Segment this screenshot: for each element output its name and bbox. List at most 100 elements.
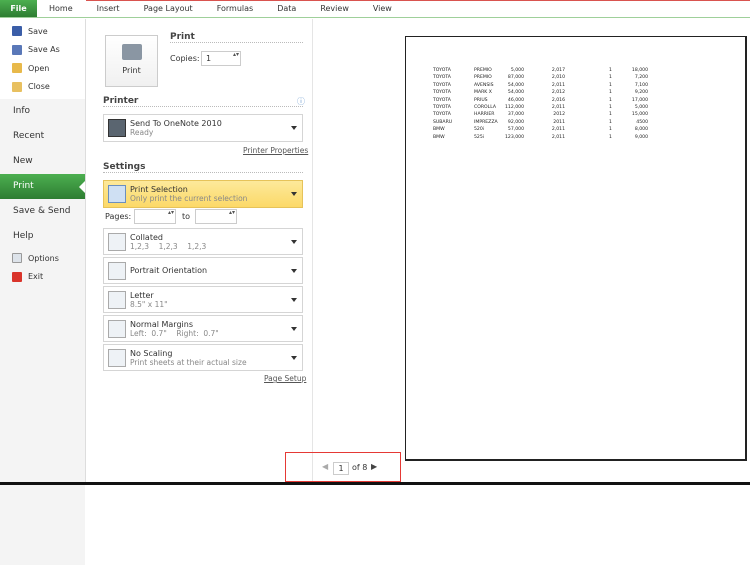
print-what-dropdown[interactable]: Print Selection Only print the current se…	[103, 180, 303, 208]
preview-cell: 18,000	[631, 68, 648, 73]
nav-close[interactable]: Close	[0, 78, 85, 97]
preview-cell: 5,000	[634, 105, 648, 110]
save-as-icon	[12, 44, 22, 55]
preview-cell: TOYOTA	[433, 97, 451, 103]
tab-page-layout[interactable]: Page Layout	[132, 0, 205, 17]
scaling-dropdown[interactable]: No Scaling Print sheets at their actual s…	[103, 344, 303, 371]
preview-cell: 2,012	[551, 90, 565, 96]
copies-input[interactable]: 1	[201, 51, 241, 66]
copies-label: Copies:	[170, 54, 200, 63]
nav-save-send[interactable]: Save & Send	[0, 199, 85, 224]
printer-dropdown[interactable]: Send To OneNote 2010 Ready	[103, 114, 303, 142]
nav-help[interactable]: Help	[0, 224, 85, 249]
preview-cell: 54,000	[507, 82, 524, 88]
chevron-down-icon	[291, 268, 297, 276]
preview-row: TOYOTA PREMIO 5,000 2,017 1 18,000	[406, 68, 745, 75]
nav-recent[interactable]: Recent	[0, 124, 85, 149]
preview-cell: 2011	[553, 119, 565, 125]
printer-heading: Printer	[103, 96, 303, 107]
preview-cell: 4500	[636, 119, 648, 125]
pages-to-input[interactable]	[195, 209, 237, 224]
print-selection-title: Print Selection	[130, 185, 188, 194]
preview-cell: 2,010	[551, 75, 565, 81]
nav-print[interactable]: Print	[0, 174, 85, 199]
tab-insert[interactable]: Insert	[85, 0, 132, 17]
tab-view[interactable]: View	[361, 0, 404, 17]
preview-cell: 520i	[474, 127, 485, 133]
tab-file[interactable]: File	[0, 0, 37, 17]
chevron-down-icon	[291, 239, 297, 247]
printer-status: Ready	[130, 128, 154, 137]
next-page-icon[interactable]: ▶	[371, 462, 377, 471]
preview-row: TOYOTA MARK X 54,000 2,012 1 9,200	[406, 90, 745, 97]
orientation-dropdown[interactable]: Portrait Orientation	[103, 257, 303, 284]
print-heading: Print	[170, 32, 303, 43]
tab-formulas[interactable]: Formulas	[205, 0, 266, 17]
page-count: of 8	[352, 463, 368, 472]
preview-cell: 87,000	[507, 75, 524, 81]
preview-page: TOYOTA PREMIO 5,000 2,017 1 18,000 TOYOTA PREMI…	[405, 36, 747, 461]
preview-row: SUBARU IMPREZZA 92,000 2011 1 4500	[406, 120, 745, 127]
preview-cell: 57,000	[507, 127, 524, 133]
nav-new[interactable]: New	[0, 149, 85, 174]
paper-sub: 8.5" x 11"	[130, 299, 168, 309]
preview-cell: 7,100	[634, 82, 648, 88]
collated-title: Collated	[130, 232, 163, 242]
preview-cell: IMPREZZA	[474, 119, 498, 125]
margins-dropdown[interactable]: Normal Margins Left: 0.7" Right: 0.7"	[103, 315, 303, 342]
preview-cell: TOYOTA	[433, 90, 451, 96]
printer-properties-link[interactable]: Printer Properties	[243, 146, 308, 155]
preview-cell: 2,011	[551, 82, 565, 88]
preview-cell: HARRIER	[474, 112, 495, 118]
print-settings-panel: Print Print Copies: 1 Printer ⓘ Send To …	[87, 19, 313, 485]
print-selection-sub: Only print the current selection	[130, 194, 248, 203]
page-setup-link[interactable]: Page Setup	[264, 374, 306, 383]
preview-cell: 15,000	[631, 112, 648, 118]
nav-info[interactable]: Info	[0, 99, 85, 124]
chevron-down-icon	[291, 297, 297, 305]
collation-dropdown[interactable]: Collated 1,2,3 1,2,3 1,2,3	[103, 228, 303, 255]
preview-cell: 2012	[553, 112, 565, 118]
nav-save-label: Save	[28, 26, 48, 36]
nav-exit-label: Exit	[28, 272, 44, 282]
preview-cell: AVENSIS	[474, 82, 494, 88]
preview-cell: 92,000	[507, 119, 524, 125]
backstage-nav: Save Save As Open Close Info Recent New …	[0, 19, 86, 565]
margins-title: Normal Margins	[130, 319, 193, 329]
paper-icon	[108, 290, 126, 309]
nav-options[interactable]: Options	[0, 249, 85, 268]
preview-cell: 2,016	[551, 97, 565, 103]
selection-grid-icon	[108, 185, 126, 203]
nav-save[interactable]: Save	[0, 22, 85, 41]
close-folder-icon	[12, 81, 22, 92]
preview-cell: PRIUS	[474, 97, 488, 103]
tab-review[interactable]: Review	[308, 0, 361, 17]
print-button-label: Print	[122, 66, 141, 75]
preview-cell: 54,000	[507, 90, 524, 96]
previous-page-icon[interactable]: ◀	[322, 462, 328, 471]
current-page-input[interactable]: 1	[333, 462, 349, 475]
scaling-sub: Print sheets at their actual size	[130, 357, 247, 367]
preview-cell: 2,011	[551, 134, 565, 140]
paper-size-dropdown[interactable]: Letter 8.5" x 11"	[103, 286, 303, 313]
preview-cell: TOYOTA	[433, 82, 451, 88]
preview-cell: 1	[609, 112, 612, 118]
scaling-icon	[108, 348, 126, 367]
preview-cell: 2,017	[551, 68, 565, 73]
tab-home[interactable]: Home	[37, 0, 85, 17]
preview-cell: SUBARU	[433, 119, 453, 125]
info-icon[interactable]: ⓘ	[297, 96, 305, 107]
nav-save-as[interactable]: Save As	[0, 41, 85, 60]
nav-save-as-label: Save As	[28, 45, 60, 55]
tab-data[interactable]: Data	[265, 0, 308, 17]
options-icon	[12, 253, 22, 264]
print-button[interactable]: Print	[105, 35, 158, 87]
preview-cell: 1	[609, 97, 612, 103]
preview-row: TOYOTA COROLLA 112,000 2,011 1 5,000	[406, 105, 745, 112]
nav-exit[interactable]: Exit	[0, 268, 85, 287]
chevron-down-icon	[291, 126, 297, 133]
nav-open[interactable]: Open	[0, 59, 85, 78]
chevron-down-icon	[291, 355, 297, 363]
preview-cell: 1	[609, 134, 612, 140]
pages-from-input[interactable]	[134, 209, 176, 224]
